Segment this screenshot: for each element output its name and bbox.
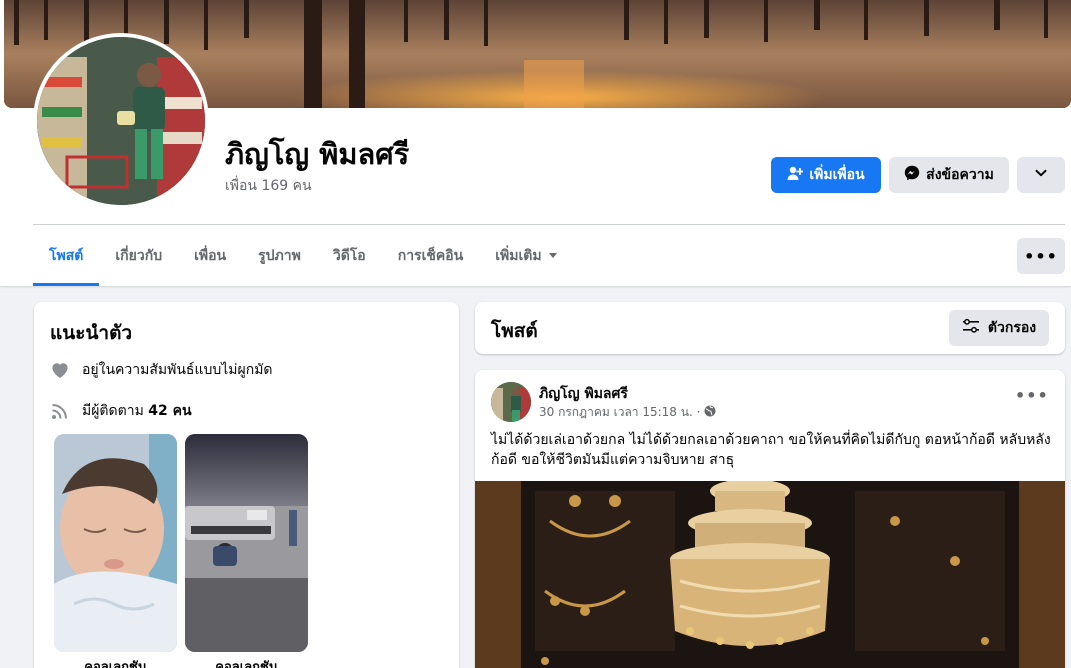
featured-label-2: คอลเลกชัน (215, 660, 278, 668)
add-friend-label: เพิ่มเพื่อน (809, 167, 865, 183)
filter-label: ตัวกรอง (987, 320, 1037, 336)
message-label: ส่งข้อความ (926, 167, 994, 183)
profile-tabs: โพสต์ เกี่ยวกับ เพื่อน รูปภาพ วิดีโอ การ… (33, 226, 574, 286)
more-dots-icon: ••• (1024, 246, 1058, 266)
filter-icon (962, 318, 980, 338)
post-card: ภิญโญ พิมลศรี 30 กรกฎาคม เวลา 15:18 น. ·… (475, 370, 1065, 668)
tab-photos[interactable]: รูปภาพ (242, 226, 317, 286)
globe-icon (704, 405, 716, 420)
header-divider (33, 224, 1065, 225)
followers-row: มีผู้ติดตาม 42 คน (50, 400, 192, 422)
posts-title: โพสต์ (491, 320, 538, 342)
relationship-row: อยู่ในความสัมพันธ์แบบไม่ผูกมัด (50, 359, 273, 381)
filter-button[interactable]: ตัวกรอง (949, 310, 1049, 346)
followers-count: 42 คน (148, 403, 192, 419)
followers-prefix: มีผู้ติดตาม (82, 403, 149, 419)
heart-icon (50, 360, 70, 380)
tab-label: เพิ่มเติม (495, 248, 542, 264)
tab-videos[interactable]: วิดีโอ (317, 226, 382, 286)
caret-down-icon (548, 248, 558, 264)
post-image-chandelier (475, 481, 1065, 668)
tab-label: รูปภาพ (258, 248, 301, 264)
followers-text[interactable]: มีผู้ติดตาม 42 คน (82, 400, 192, 422)
profile-options-button[interactable] (1017, 157, 1065, 193)
post-image[interactable] (475, 481, 1065, 668)
featured-image-baby (54, 434, 177, 652)
posts-header-card: โพสต์ ตัวกรอง (475, 302, 1065, 354)
post-options-button[interactable]: ••• (1015, 386, 1049, 414)
relationship-text: อยู่ในความสัมพันธ์แบบไม่ผูกมัด (82, 362, 273, 378)
tab-posts[interactable]: โพสต์ (33, 226, 100, 286)
tab-label: โพสต์ (49, 248, 84, 264)
tab-friends[interactable]: เพื่อน (178, 226, 242, 286)
profile-avatar[interactable] (33, 33, 209, 209)
tab-about[interactable]: เกี่ยวกับ (99, 226, 178, 286)
add-friend-button[interactable]: เพิ่มเพื่อน (771, 157, 881, 193)
post-meta: 30 กรกฎาคม เวลา 15:18 น. · (539, 403, 716, 422)
messenger-icon (904, 165, 920, 185)
intro-card: แนะนำตัว อยู่ในความสัมพันธ์แบบไม่ผูกมัด … (34, 302, 459, 668)
more-dots-icon: ••• (1015, 386, 1049, 405)
tab-label: วิดีโอ (332, 248, 366, 264)
more-dots-button[interactable]: ••• (1017, 238, 1065, 274)
featured-collection-1[interactable] (54, 434, 177, 652)
friend-count[interactable]: เพื่อน 169 คน (225, 175, 312, 197)
tab-label: เพื่อน (194, 248, 227, 264)
add-friend-icon (787, 165, 804, 185)
profile-avatar-image (37, 37, 205, 205)
intro-title: แนะนำตัว (50, 322, 133, 344)
tab-label: การเช็คอิน (397, 248, 464, 264)
post-text: ไม่ได้ด้วยเล่เอาด้วยกล ไม่ได้ด้วยกลเอาด้… (491, 432, 1051, 468)
tab-more[interactable]: เพิ่มเติม (479, 226, 573, 286)
tab-checkins[interactable]: การเช็คอิน (382, 226, 480, 286)
message-button[interactable]: ส่งข้อความ (889, 157, 1009, 193)
featured-label-1: คอลเลกชัน (84, 660, 147, 668)
featured-image-street (185, 434, 308, 652)
post-timestamp[interactable]: 30 กรกฎาคม เวลา 15:18 น. · (539, 403, 700, 422)
rss-icon (50, 401, 70, 421)
profile-name: ภิญโญ พิมลศรี (225, 137, 410, 171)
post-author-name[interactable]: ภิญโญ พิมลศรี (539, 383, 628, 405)
featured-collection-2[interactable] (185, 434, 308, 652)
tab-label: เกี่ยวกับ (115, 248, 163, 264)
chevron-down-icon (1034, 166, 1048, 184)
post-author-avatar[interactable] (491, 382, 531, 422)
